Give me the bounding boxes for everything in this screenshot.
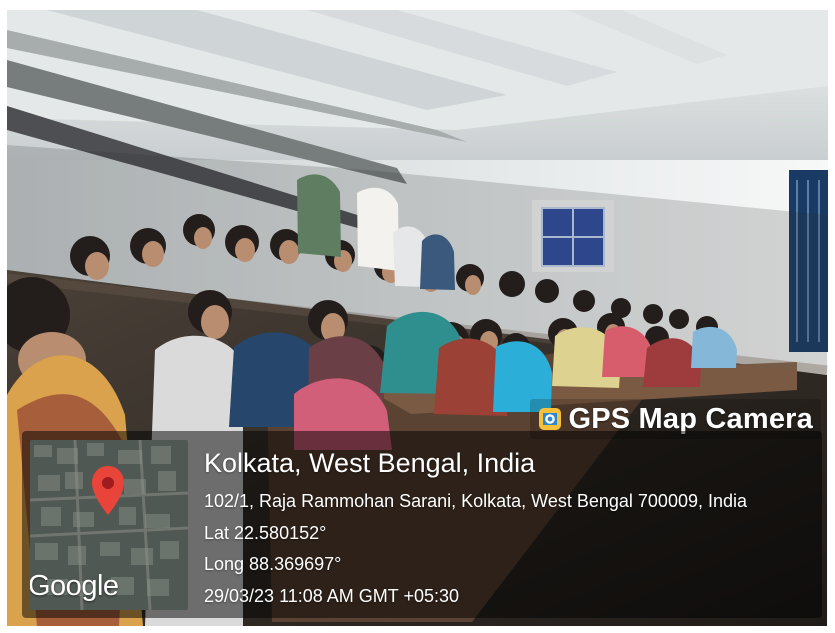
gps-map-camera-title: GPS Map Camera: [568, 402, 813, 435]
gps-map-camera-icon: [538, 407, 562, 431]
google-logo: Google: [30, 570, 119, 602]
photo-frame: GPS Map Camera Google Kolkata, West Beng…: [7, 10, 828, 626]
location-details: Kolkata, West Bengal, India 102/1, Raja …: [204, 446, 812, 617]
map-pin-icon: [92, 466, 124, 515]
latitude-text: Lat 22.580152°: [204, 522, 327, 543]
map-thumbnail: Google: [30, 440, 188, 610]
timestamp-text: 29/03/23 11:08 AM GMT +05:30: [204, 585, 460, 606]
location-address: 102/1, Raja Rammohan Sarani, Kolkata, We…: [204, 491, 748, 511]
location-city: Kolkata, West Bengal, India: [204, 448, 536, 478]
longitude-text: Long 88.369697°: [204, 554, 342, 575]
location-info-panel: Google Kolkata, West Bengal, India 102/1…: [22, 431, 822, 618]
